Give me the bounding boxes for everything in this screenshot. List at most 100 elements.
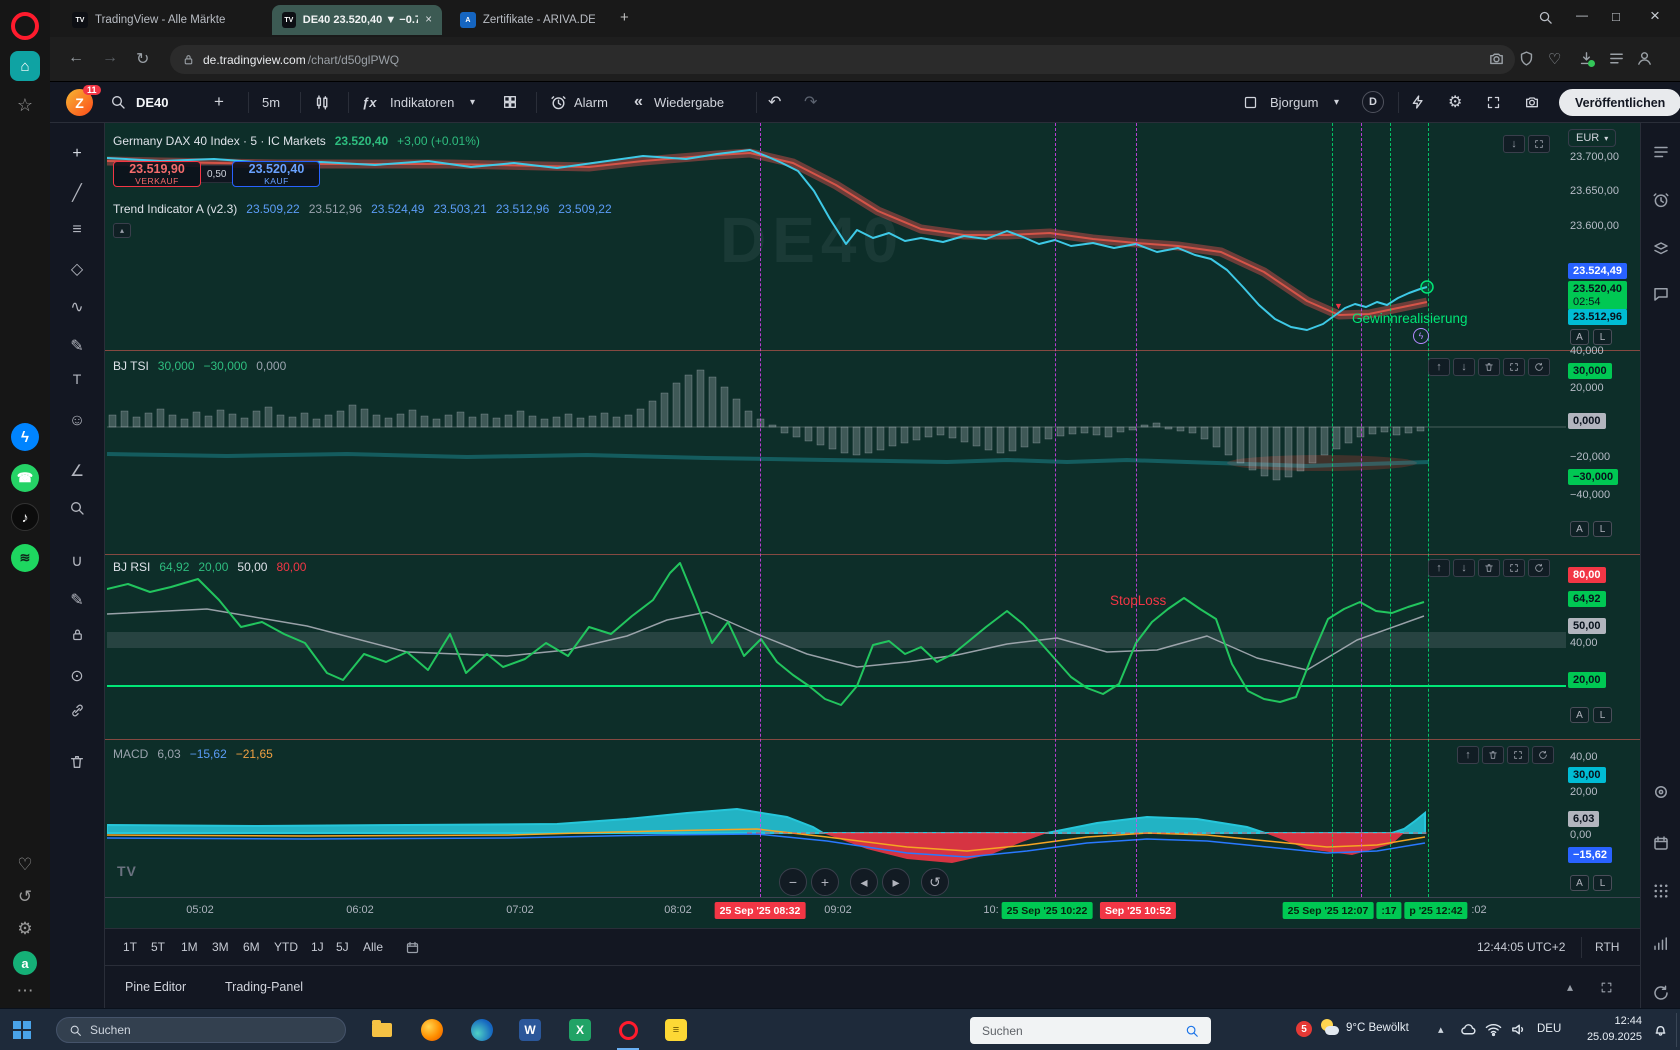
reading-list-icon[interactable] xyxy=(1608,50,1625,72)
tray-clock[interactable]: 12:44 25.09.2025 xyxy=(1570,1014,1642,1046)
notification-center-bell-icon[interactable] xyxy=(1652,1021,1669,1043)
chart-legend[interactable]: Germany DAX 40 Index · 5 · IC Markets 23… xyxy=(113,134,480,148)
watchlist-icon[interactable] xyxy=(1641,143,1680,161)
chart-area[interactable]: DE40 xyxy=(105,123,1640,928)
range-alle[interactable]: Alle xyxy=(363,929,383,965)
range-1m[interactable]: 1M xyxy=(181,929,198,965)
explorer-folder-icon[interactable] xyxy=(370,1018,394,1042)
crosshair-tool-icon[interactable]: + xyxy=(50,145,104,163)
session-rth[interactable]: RTH xyxy=(1595,929,1619,965)
symbol-search-icon[interactable] xyxy=(110,82,126,122)
range-1t[interactable]: 1T xyxy=(123,929,137,965)
buy-button[interactable]: 23.520,40 KAUF xyxy=(232,161,320,187)
excel-icon[interactable]: X xyxy=(568,1018,592,1042)
sync-refresh-icon[interactable] xyxy=(1641,984,1680,1002)
user-avatar[interactable]: Z 11 xyxy=(66,89,93,116)
currency-selector[interactable]: EUR▾ xyxy=(1568,129,1616,147)
panel-divider[interactable] xyxy=(105,554,1640,555)
range-1j[interactable]: 1J xyxy=(311,929,324,965)
taskbar-search-white-input[interactable]: Suchen xyxy=(970,1017,1211,1044)
compare-add-icon[interactable]: + xyxy=(214,82,224,122)
snapshot-camera-icon[interactable] xyxy=(1488,50,1505,72)
reset-chart-button[interactable]: ↺ xyxy=(921,868,949,896)
tab-tradingview-home[interactable]: TV TradingView - Alle Märkte xyxy=(62,5,262,35)
replay-button[interactable]: Wiedergabe xyxy=(654,82,724,122)
price-panel-controls[interactable]: ↓ xyxy=(1503,135,1550,153)
l-button[interactable]: L xyxy=(1593,875,1612,891)
aria-icon[interactable]: a xyxy=(0,951,50,975)
hide-drawings-icon[interactable]: ⊙ xyxy=(50,666,104,686)
a-button[interactable]: A xyxy=(1570,521,1589,537)
collapse-legend-button[interactable]: ▴ xyxy=(113,223,131,238)
layout-select-icon[interactable] xyxy=(1243,82,1258,122)
panel-expand-icon[interactable] xyxy=(1600,969,1613,1005)
indicators-fx-icon[interactable]: ƒx xyxy=(362,82,376,122)
d-interval-badge[interactable]: D xyxy=(1362,82,1384,122)
more-pane-button[interactable] xyxy=(1532,746,1554,764)
fib-retracement-tool-icon[interactable]: ≡ xyxy=(50,221,104,239)
scroll-left-button[interactable]: ◂ xyxy=(850,868,878,896)
chart-style-icon[interactable] xyxy=(314,82,331,122)
rsi-legend[interactable]: BJ RSI 64,92 20,00 50,00 80,00 xyxy=(113,560,306,574)
trend-line-tool-icon[interactable]: ╱ xyxy=(50,183,104,203)
tsi-legend[interactable]: BJ TSI 30,000 −30,000 0,000 xyxy=(113,359,286,373)
firefox-icon[interactable] xyxy=(420,1018,444,1042)
signal-bolt-icon[interactable]: ϟ xyxy=(1413,328,1429,344)
move-pane-up-button[interactable]: ↑ xyxy=(1428,559,1450,577)
trend-indicator-legend[interactable]: Trend Indicator A (v2.3) 23.509,22 23.51… xyxy=(113,202,612,216)
tiktok-icon[interactable]: ♪ xyxy=(0,503,50,531)
move-pane-up-button[interactable]: ↑ xyxy=(1457,746,1479,764)
panel-divider[interactable] xyxy=(105,350,1640,351)
interval-button[interactable]: 5m xyxy=(262,82,280,122)
reload-button[interactable]: ↻ xyxy=(136,49,149,69)
link-tool-icon[interactable] xyxy=(50,703,104,718)
account-buttons[interactable]: AL xyxy=(1570,707,1612,723)
maximize-pane-button[interactable] xyxy=(1503,559,1525,577)
account-buttons[interactable]: AL xyxy=(1570,521,1612,537)
lock-drawings-icon[interactable] xyxy=(50,627,104,642)
tab-pine-editor[interactable]: Pine Editor xyxy=(125,969,186,1005)
symbol-search[interactable]: DE40 xyxy=(136,82,169,122)
sidebar-more-icon[interactable]: ⋯ xyxy=(0,981,50,1001)
quick-action-bolt-icon[interactable] xyxy=(1410,82,1426,122)
url-field[interactable]: de.tradingview.com/chart/d50glPWQ xyxy=(170,45,1515,74)
new-tab-button[interactable]: + xyxy=(620,9,629,26)
messenger-icon[interactable]: ϟ xyxy=(0,423,50,451)
account-buttons[interactable]: AL xyxy=(1570,875,1612,891)
settings-gear-icon[interactable]: ⚙ xyxy=(0,919,50,939)
redo-icon[interactable]: ↷ xyxy=(804,82,817,122)
a-button[interactable]: A xyxy=(1570,875,1589,891)
onedrive-cloud-icon[interactable] xyxy=(1460,1021,1477,1043)
fullscreen-icon[interactable] xyxy=(1486,82,1501,122)
publish-button[interactable]: Veröffentlichen xyxy=(1559,89,1680,116)
a-button[interactable]: A xyxy=(1570,329,1589,345)
move-pane-up-button[interactable]: ↑ xyxy=(1428,358,1450,376)
data-signal-icon[interactable] xyxy=(1641,935,1680,953)
back-button[interactable]: ← xyxy=(68,49,84,67)
range-ytd[interactable]: YTD xyxy=(274,929,298,965)
downloads-icon[interactable] xyxy=(1578,50,1595,72)
tab-de40-chart[interactable]: TV DE40 23.520,40 ▼ −0.76% × xyxy=(272,5,442,35)
opera-taskbar-icon[interactable] xyxy=(616,1018,640,1042)
word-icon[interactable]: W xyxy=(518,1018,542,1042)
tab-ariva[interactable]: A Zertifikate - ARIVA.DE xyxy=(450,5,605,35)
layout-name-button[interactable]: Bjorgum xyxy=(1270,82,1318,122)
panel-divider[interactable] xyxy=(105,739,1640,740)
bookmarks-star-icon[interactable]: ☆ xyxy=(0,95,50,116)
expand-panel-chevron-icon[interactable]: ▴ xyxy=(1567,969,1573,1005)
window-maximize-button[interactable]: □ xyxy=(1612,9,1620,24)
move-pane-down-button[interactable]: ↓ xyxy=(1453,358,1475,376)
macd-legend[interactable]: MACD 6,03 −15,62 −21,65 xyxy=(113,747,273,761)
delete-pane-button[interactable] xyxy=(1482,746,1504,764)
start-button[interactable] xyxy=(10,1018,34,1042)
sell-button[interactable]: 23.519,90 VERKAUF xyxy=(113,161,201,187)
tab-close-icon[interactable]: × xyxy=(425,14,432,26)
keyboard-language[interactable]: DEU xyxy=(1537,1023,1561,1035)
alert-button[interactable]: Alarm xyxy=(574,82,608,122)
alerts-clock-icon[interactable] xyxy=(1641,191,1680,209)
more-pane-button[interactable] xyxy=(1528,559,1550,577)
rsi-panel-controls[interactable]: ↑ ↓ xyxy=(1428,559,1550,577)
weather-widget[interactable]: 9°C Bewölkt xyxy=(1320,1018,1409,1038)
range-5j[interactable]: 5J xyxy=(336,929,349,965)
tradingview-logo[interactable]: TV xyxy=(117,863,137,879)
